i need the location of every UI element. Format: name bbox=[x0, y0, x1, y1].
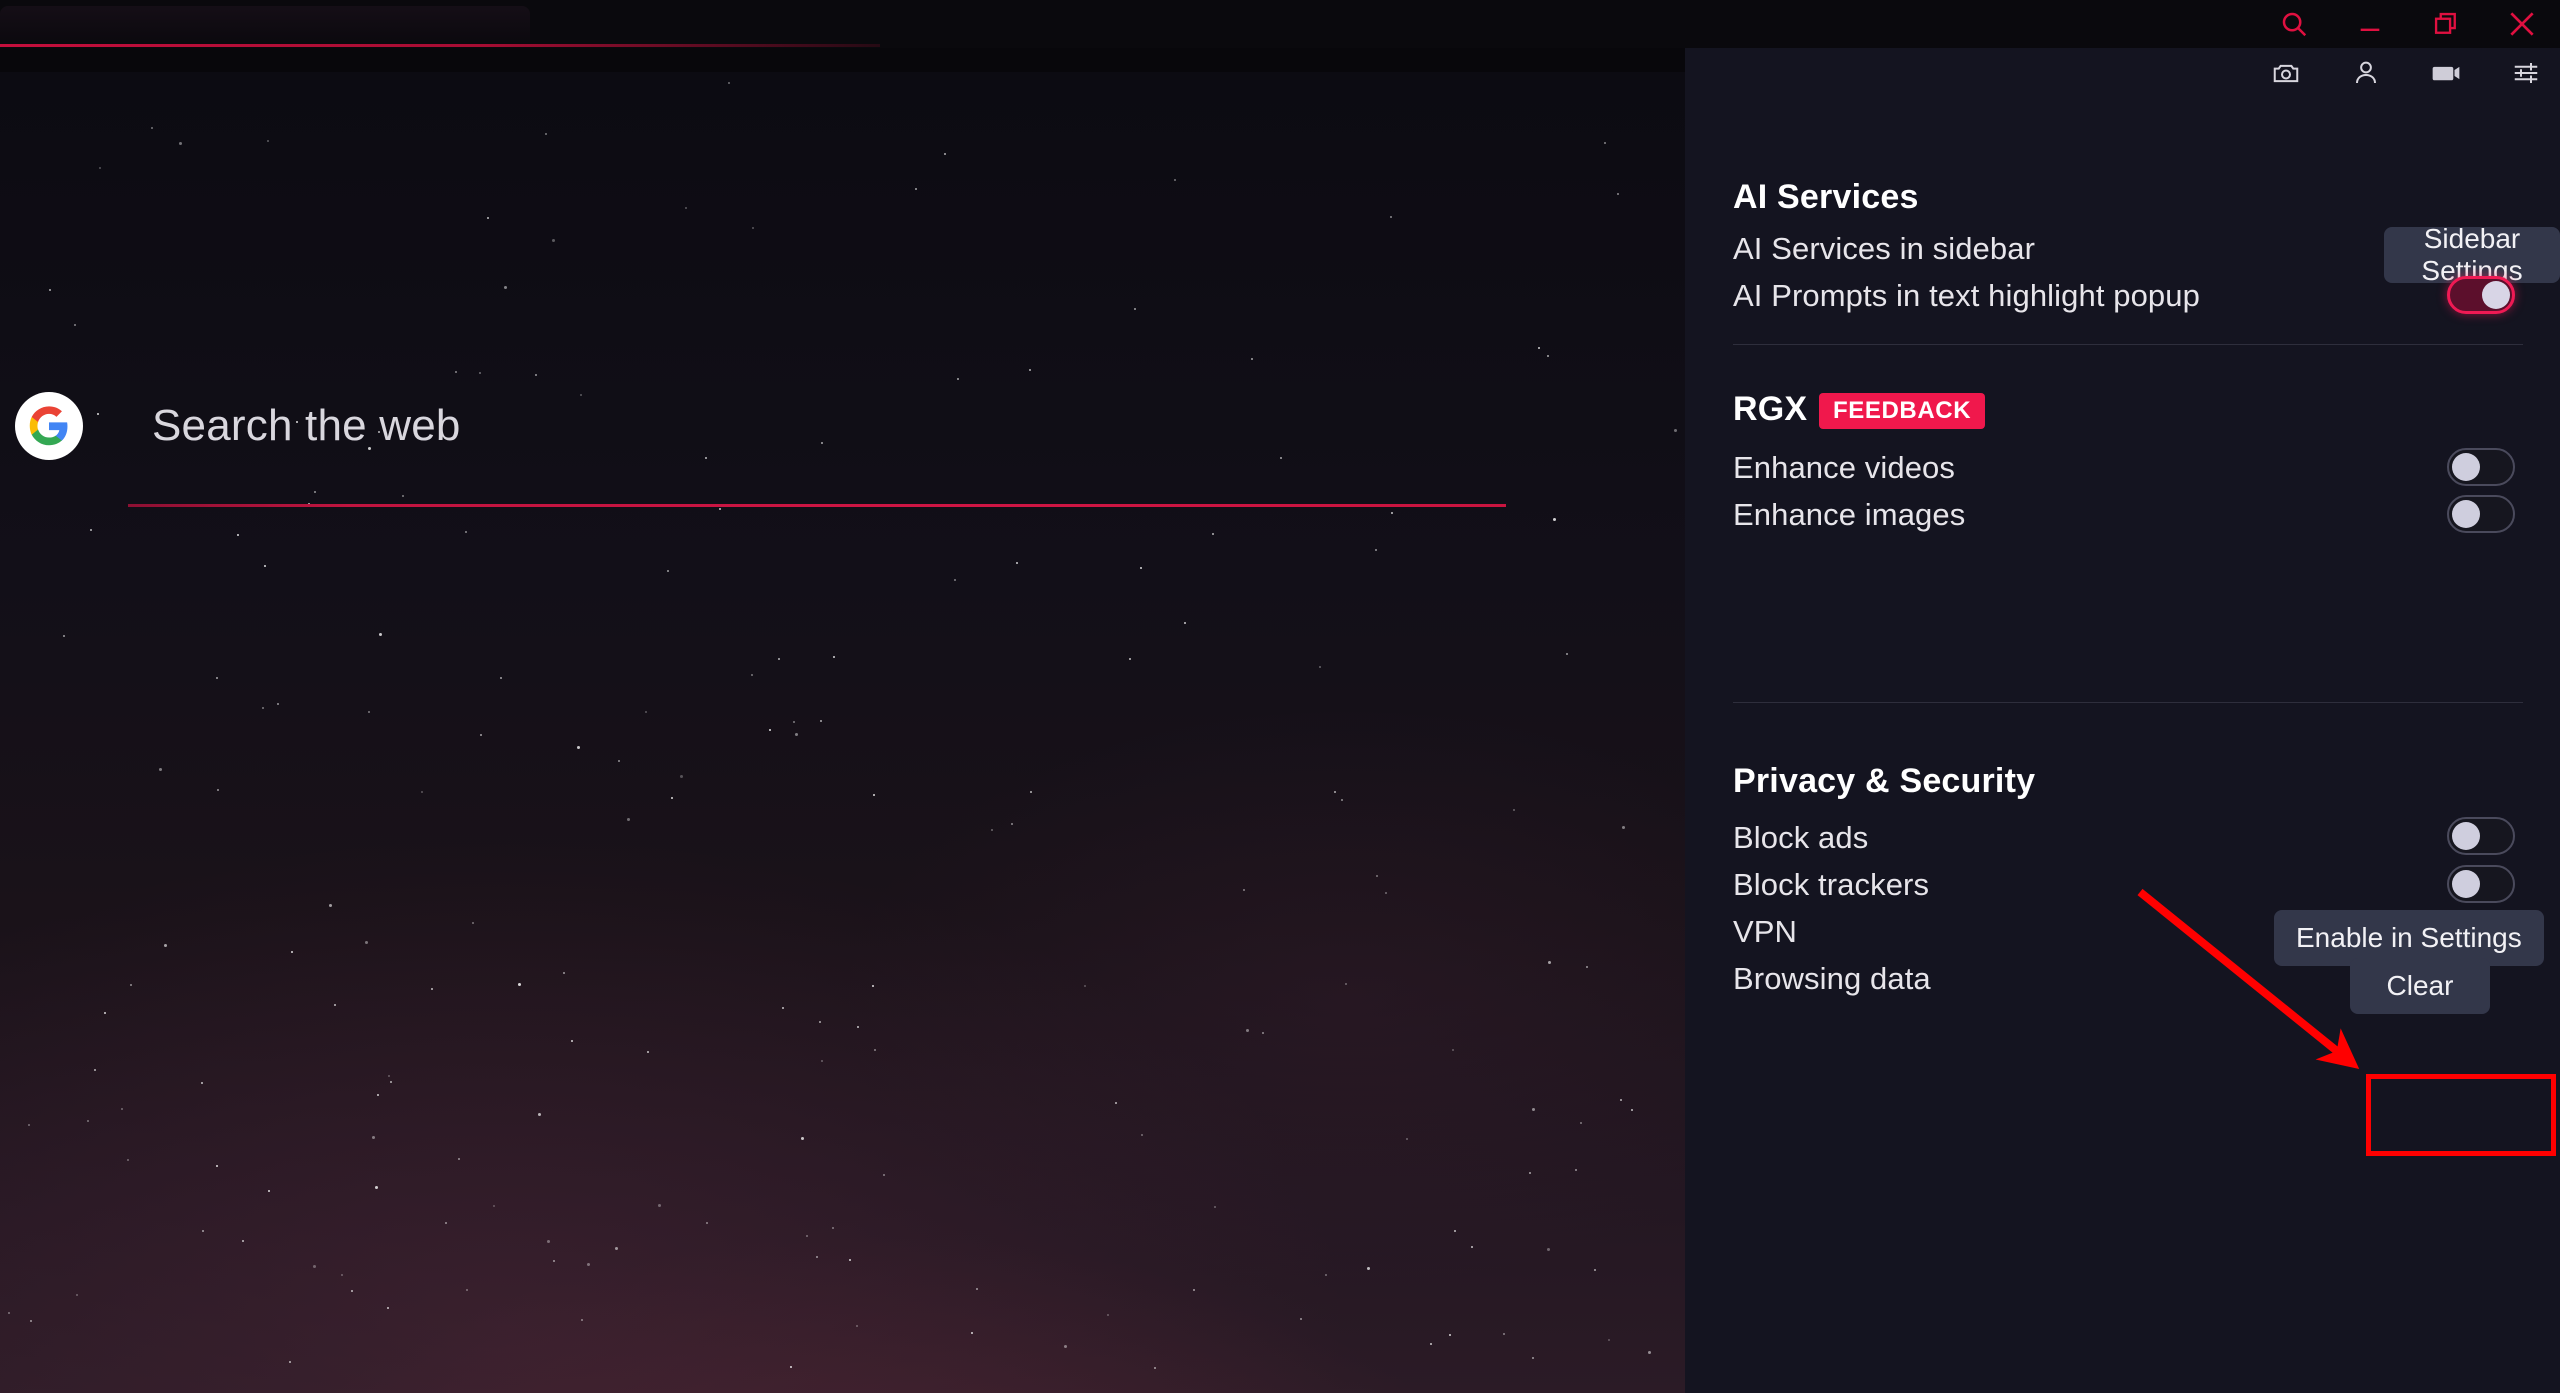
search-underline bbox=[128, 504, 1506, 507]
window-controls bbox=[2256, 0, 2560, 48]
row-label-vpn: VPN bbox=[1733, 914, 1798, 949]
section-title-ai-services: AI Services bbox=[1733, 178, 1919, 216]
restore-button[interactable] bbox=[2408, 0, 2484, 48]
section-title-rgx: RGX bbox=[1733, 390, 1808, 428]
annotation-highlight-block-ads bbox=[2366, 1074, 2556, 1156]
sliders-icon bbox=[2511, 58, 2541, 93]
person-icon bbox=[2351, 58, 2381, 93]
row-label-browsing-data: Browsing data bbox=[1733, 961, 1931, 996]
toggle-enhance-images[interactable] bbox=[2447, 495, 2515, 533]
row-label-enhance-videos: Enhance videos bbox=[1733, 450, 1956, 485]
titlebar-search-button[interactable] bbox=[2256, 0, 2332, 48]
active-tab[interactable] bbox=[0, 6, 530, 44]
toggle-block-trackers[interactable] bbox=[2447, 865, 2515, 903]
toggle-knob bbox=[2452, 822, 2480, 850]
section-title-privacy-security: Privacy & Security bbox=[1733, 762, 2036, 800]
starfield bbox=[0, 72, 1685, 1393]
browser-toolbar bbox=[2266, 52, 2546, 98]
video-button[interactable] bbox=[2426, 55, 2466, 95]
row-label-block-ads: Block ads bbox=[1733, 820, 1869, 855]
new-tab-wallpaper bbox=[0, 72, 1685, 1393]
close-button[interactable] bbox=[2484, 0, 2560, 48]
section-divider-1 bbox=[1733, 344, 2523, 345]
minimize-icon bbox=[2356, 10, 2384, 38]
browser-window: Search the web AI Services AI Services i… bbox=[0, 0, 2560, 1393]
minimize-button[interactable] bbox=[2332, 0, 2408, 48]
search-area: Search the web bbox=[0, 386, 1560, 507]
toggle-enhance-videos[interactable] bbox=[2447, 448, 2515, 486]
quick-settings-button[interactable] bbox=[2506, 55, 2546, 95]
camera-icon bbox=[2271, 58, 2301, 93]
sidebar-settings-button[interactable]: Sidebar Settings bbox=[2384, 223, 2560, 286]
google-logo bbox=[15, 392, 83, 460]
screenshot-button[interactable] bbox=[2266, 55, 2306, 95]
profile-button[interactable] bbox=[2346, 55, 2386, 95]
section-divider-2 bbox=[1733, 702, 2523, 703]
toggle-knob bbox=[2482, 281, 2510, 309]
row-label-block-trackers: Block trackers bbox=[1733, 867, 1930, 902]
settings-panel: AI Services AI Services in sidebar Sideb… bbox=[1685, 48, 2560, 1393]
toggle-knob bbox=[2452, 453, 2480, 481]
toggle-knob bbox=[2452, 870, 2480, 898]
search-icon bbox=[2279, 9, 2309, 39]
row-label-enhance-images: Enhance images bbox=[1733, 497, 1966, 532]
toggle-knob bbox=[2452, 500, 2480, 528]
feedback-badge[interactable]: FEEDBACK bbox=[1819, 393, 1986, 429]
toggle-block-ads[interactable] bbox=[2447, 817, 2515, 855]
search-input[interactable]: Search the web bbox=[152, 401, 461, 451]
clear-browsing-data-button[interactable]: Clear bbox=[2350, 958, 2490, 1014]
toggle-ai-prompts-highlight[interactable] bbox=[2447, 276, 2515, 314]
restore-icon bbox=[2432, 10, 2460, 38]
row-label-ai-services-in-sidebar: AI Services in sidebar bbox=[1733, 231, 2035, 266]
row-label-ai-prompts-highlight: AI Prompts in text highlight popup bbox=[1733, 278, 2200, 313]
video-icon bbox=[2429, 58, 2463, 93]
active-tab-indicator bbox=[0, 44, 880, 47]
close-icon bbox=[2506, 8, 2538, 40]
